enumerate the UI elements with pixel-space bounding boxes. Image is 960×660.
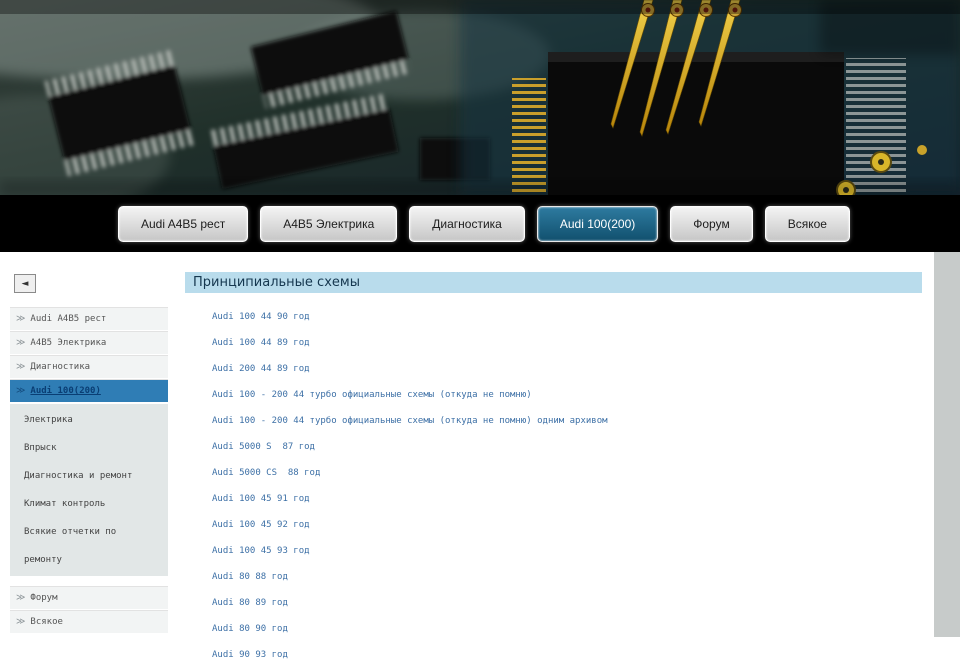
chevron-icon: ≫ [16,314,25,324]
list-item: Audi 80 88 год [212,569,934,582]
schematic-link-audi-5000-cs-88[interactable]: Audi 5000 CS 88 год [212,468,320,478]
sidebar-item-audi-a4b5-rest[interactable]: ≫ Audi A4B5 рест [10,307,168,331]
tab-a4b5-elektrika[interactable]: A4B5 Электрика [260,206,397,242]
sidebar-subitem-elektrika[interactable]: Электрика [10,406,142,434]
schematic-link-audi-5000-s-87[interactable]: Audi 5000 S 87 год [212,442,315,452]
schematic-link-audi-200-44-89[interactable]: Audi 200 44 89 год [212,364,310,374]
page-title: Принципиальные схемы [185,272,922,293]
sidebar-item-diagnostika[interactable]: ≫ Диагностика [10,355,168,379]
sidebar: ◄ ≫ Audi A4B5 рест ≫ A4B5 Электрика ≫ Диагн… [0,252,172,637]
page: Audi A4B5 рест A4B5 Электрика Диагностик… [0,0,960,637]
tab-audi-a4b5-rest[interactable]: Audi A4B5 рест [118,206,248,242]
sidebar-bottom-menu: ≫ Форум ≫ Всякое [10,586,168,634]
chevron-icon: ≫ [16,338,25,348]
list-item: Audi 100 45 91 год [212,491,934,504]
list-item: Audi 90 93 год [212,647,934,660]
list-item: Audi 100 - 200 44 турбо официальные схем… [212,413,934,426]
sidebar-item-audi-100-200[interactable]: ≫ Audi 100(200) [10,379,168,403]
schematic-link-audi-100-200-44-turbo-archive[interactable]: Audi 100 - 200 44 турбо официальные схем… [212,416,608,426]
schematic-link-audi-100-45-92[interactable]: Audi 100 45 92 год [212,520,310,530]
chevron-icon: ≫ [16,362,25,372]
sidebar-subitem-diagnostika-remont[interactable]: Диагностика и ремонт [10,462,142,490]
chevron-icon: ≫ [16,617,25,627]
sidebar-submenu: Электрика Впрыск Диагностика и ремонт Кл… [10,403,168,576]
sidebar-collapse-button[interactable]: ◄ [14,274,36,293]
sidebar-subitem-vprysk[interactable]: Впрыск [10,434,142,462]
tab-vsyakoe[interactable]: Всякое [765,206,850,242]
sidebar-menu: ≫ Audi A4B5 рест ≫ A4B5 Электрика ≫ Диагнос… [10,307,168,634]
schematics-list: Audi 100 44 90 год Audi 100 44 89 год Au… [185,309,934,660]
sidebar-item-forum[interactable]: ≫ Форум [10,586,168,610]
schematic-link-audi-100-45-93[interactable]: Audi 100 45 93 год [212,546,310,556]
sidebar-item-label: Audi A4B5 рест [30,314,106,324]
sidebar-item-label: Audi 100(200) [30,386,100,396]
list-item: Audi 200 44 89 год [212,361,934,374]
list-item: Audi 80 90 год [212,621,934,634]
list-item: Audi 80 89 год [212,595,934,608]
sidebar-subitem-otchetki-po-remontu[interactable]: Всякие отчетки по ремонту [10,518,142,574]
schematic-link-audi-100-44-89[interactable]: Audi 100 44 89 год [212,338,310,348]
schematic-link-audi-100-45-91[interactable]: Audi 100 45 91 год [212,494,310,504]
list-item: Audi 100 44 89 год [212,335,934,348]
sidebar-item-label: A4B5 Электрика [30,338,106,348]
tab-forum[interactable]: Форум [670,206,752,242]
main-panel: Принципиальные схемы Audi 100 44 90 год … [172,252,934,637]
list-item: Audi 5000 CS 88 год [212,465,934,478]
list-item: Audi 100 45 92 год [212,517,934,530]
chevron-icon: ≫ [16,593,25,603]
schematic-link-audi-90-93[interactable]: Audi 90 93 год [212,650,288,660]
nav-bar: Audi A4B5 рест A4B5 Электрика Диагностик… [0,195,960,252]
schematic-link-audi-80-90[interactable]: Audi 80 90 год [212,624,288,634]
sidebar-subitem-klimat-kontrol[interactable]: Климат контроль [10,490,142,518]
right-gray-strip [934,252,960,637]
sidebar-item-label: Форум [30,593,57,603]
sidebar-item-label: Всякое [30,617,63,627]
collapse-arrow-icon: ◄ [22,279,29,289]
sidebar-item-a4b5-elektrika[interactable]: ≫ A4B5 Электрика [10,331,168,355]
schematic-link-audi-80-89[interactable]: Audi 80 89 год [212,598,288,608]
chevron-icon: ≫ [16,386,25,396]
list-item: Audi 100 44 90 год [212,309,934,322]
header-photo [0,0,960,195]
tab-audi-100-200[interactable]: Audi 100(200) [537,206,658,242]
tab-diagnostika[interactable]: Диагностика [409,206,525,242]
schematic-link-audi-100-200-44-turbo[interactable]: Audi 100 - 200 44 турбо официальные схем… [212,390,532,400]
schematic-link-audi-80-88[interactable]: Audi 80 88 год [212,572,288,582]
list-item: Audi 5000 S 87 год [212,439,934,452]
content-area: ◄ ≫ Audi A4B5 рест ≫ A4B5 Электрика ≫ Диагн… [0,252,960,637]
list-item: Audi 100 - 200 44 турбо официальные схем… [212,387,934,400]
sidebar-item-label: Диагностика [30,362,90,372]
schematic-link-audi-100-44-90[interactable]: Audi 100 44 90 год [212,312,310,322]
list-item: Audi 100 45 93 год [212,543,934,556]
sidebar-item-vsyakoe[interactable]: ≫ Всякое [10,610,168,634]
